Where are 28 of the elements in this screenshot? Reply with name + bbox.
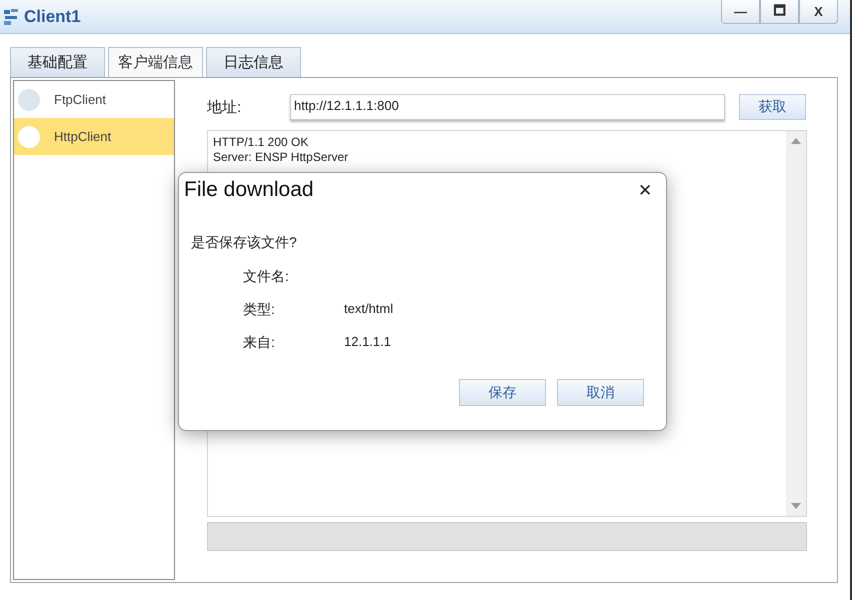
dialog-button[interactable]: 取消: [557, 379, 644, 406]
dialog-question: 是否保存该文件?: [191, 234, 298, 252]
field-value: text/html: [344, 301, 394, 318]
response-line: Server: ENSP HttpServer: [213, 150, 350, 165]
field-label: 类型:: [243, 301, 276, 318]
scroll-down-icon[interactable]: [790, 501, 802, 511]
address-label: 地址:: [207, 98, 242, 116]
client-list-item[interactable]: FtpClient: [14, 81, 174, 118]
window-control-button[interactable]: X: [799, 0, 838, 24]
window-control-button[interactable]: —: [721, 0, 760, 24]
tab[interactable]: 基础配置: [10, 47, 105, 77]
address-field[interactable]: http://12.1.1.1:800: [290, 94, 725, 120]
tab[interactable]: 客户端信息: [108, 47, 203, 77]
field-value: 12.1.1.1: [344, 334, 391, 351]
field-label: 来自:: [243, 334, 276, 351]
tab[interactable]: 日志信息: [206, 47, 301, 77]
client-list-item[interactable]: HttpClient: [14, 118, 174, 155]
app-icon: [2, 8, 20, 26]
dialog-title: File download: [184, 178, 314, 202]
close-button[interactable]: ✕: [632, 178, 658, 202]
window-title: Client1: [24, 6, 81, 26]
dialog-button[interactable]: 保存: [459, 379, 546, 406]
response-line: HTTP/1.1 200 OK: [213, 135, 310, 150]
scroll-up-icon[interactable]: [790, 136, 802, 146]
field-label: 文件名:: [243, 268, 290, 285]
window-control-button[interactable]: 🗖: [760, 0, 799, 24]
scrollbar[interactable]: [786, 131, 806, 516]
fetch-button[interactable]: 获取: [739, 94, 806, 120]
